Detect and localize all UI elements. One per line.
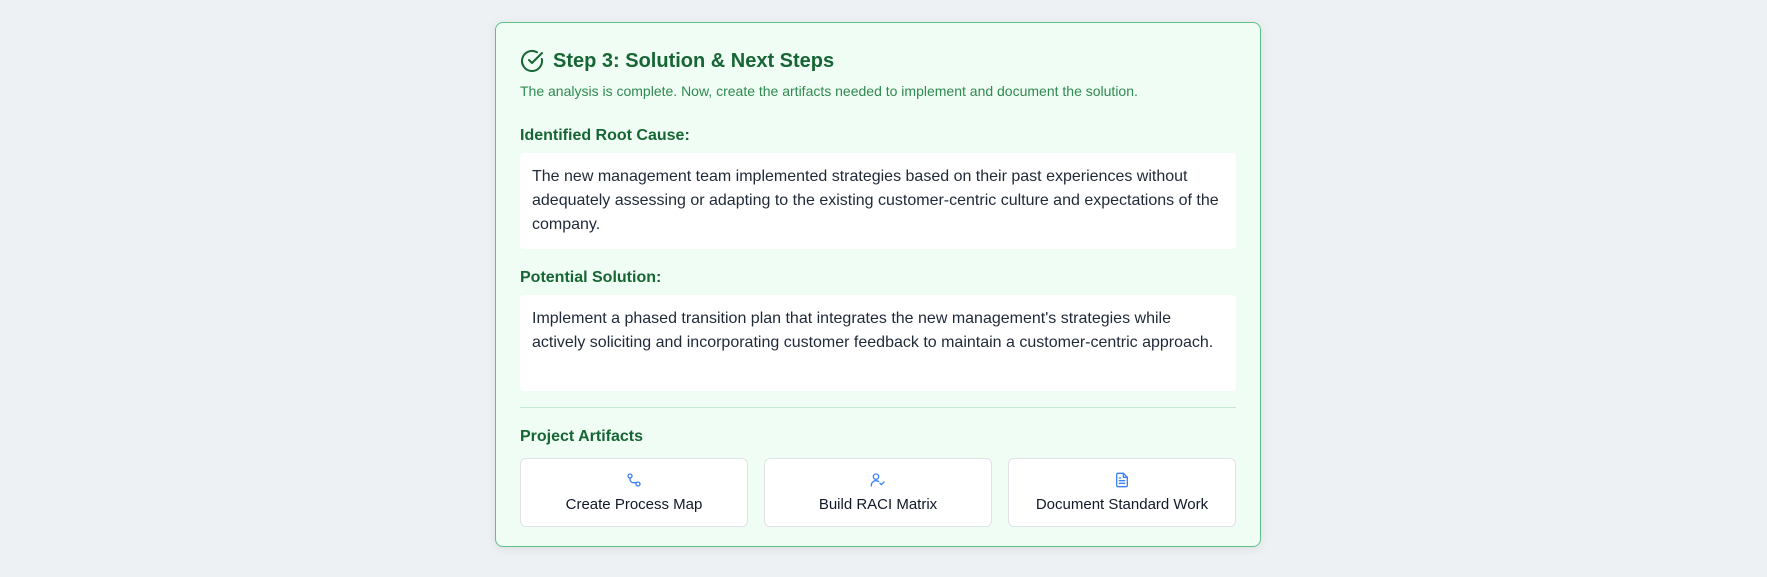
document-icon xyxy=(1116,472,1128,488)
root-cause-label: Identified Root Cause: xyxy=(520,127,690,144)
user-check-icon xyxy=(870,473,885,487)
artifact-label: Document Standard Work xyxy=(1035,496,1209,513)
artifact-label: Build RACI Matrix xyxy=(818,496,938,513)
step-subtitle: The analysis is complete. Now, create th… xyxy=(520,83,1138,99)
step-title: Step 3: Solution & Next Steps xyxy=(553,49,835,72)
check-circle-icon xyxy=(520,49,544,73)
artifacts-title: Project Artifacts xyxy=(520,428,643,445)
solution-label: Potential Solution: xyxy=(520,269,662,286)
solution-step-card: Step 3: Solution & Next Steps The analys… xyxy=(495,22,1261,547)
step-header: Step 3: Solution & Next Steps xyxy=(520,47,1236,75)
create-process-map-button[interactable]: Create Process Map xyxy=(520,458,748,527)
section-divider xyxy=(520,407,1236,408)
root-cause-text: The new management team implemented stra… xyxy=(520,153,1236,249)
artifact-label: Create Process Map xyxy=(565,496,703,513)
artifacts-list: Create Process Map Build RACI Matrix Doc… xyxy=(520,458,1236,527)
solution-text: Implement a phased transition plan that … xyxy=(520,295,1236,391)
document-standard-work-button[interactable]: Document Standard Work xyxy=(1008,458,1236,527)
process-map-icon xyxy=(627,473,641,487)
build-raci-matrix-button[interactable]: Build RACI Matrix xyxy=(764,458,992,527)
